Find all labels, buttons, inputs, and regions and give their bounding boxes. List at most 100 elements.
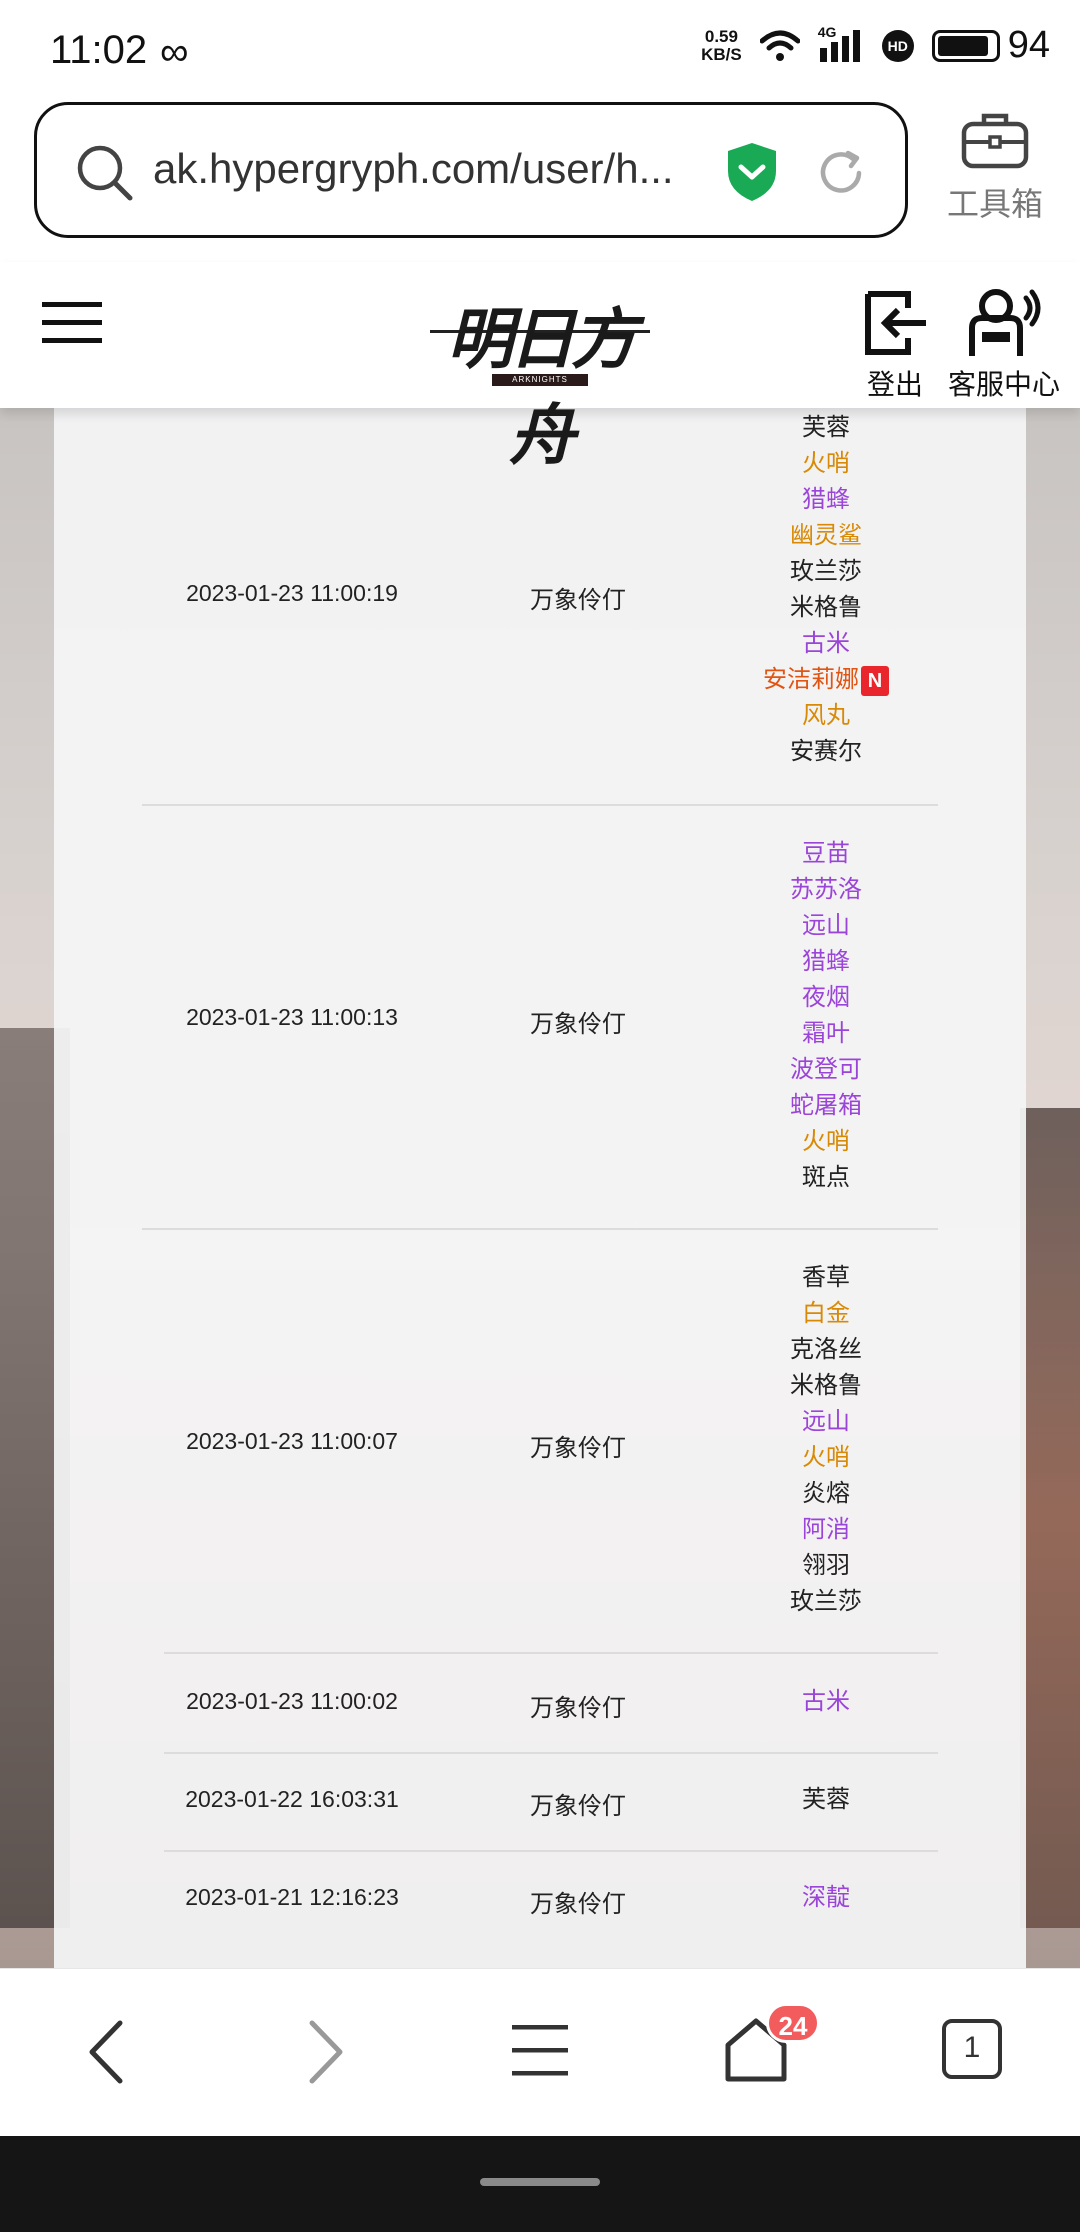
pool-name: 万象伶仃 <box>530 1793 626 1820</box>
logo-sub: ARKNIGHTS <box>512 375 568 384</box>
arknights-logo[interactable]: 明日方舟 ARKNIGHTS <box>420 282 660 474</box>
operator-name: 霜叶 <box>802 1020 850 1047</box>
net-speed-value: 0.59 <box>704 26 738 46</box>
operator-name: 豆苗 <box>802 840 850 867</box>
pool-name: 万象伶仃 <box>530 1011 626 1038</box>
background-rock-right <box>1020 1108 1080 1928</box>
pool-name: 万象伶仃 <box>530 587 626 614</box>
operator-name: 翎羽 <box>802 1552 850 1579</box>
logout-label: 登出 <box>866 369 923 400</box>
browser-bottom-nav: 24 1 <box>0 1968 1080 2136</box>
operator-name: 阿消 <box>802 1516 850 1543</box>
battery: 94 <box>931 24 1050 67</box>
customer-service-button[interactable]: 客服中心 <box>944 288 1064 403</box>
pool-name: 万象伶仃 <box>530 1891 626 1918</box>
wifi-icon <box>759 30 800 61</box>
battery-percent: 94 <box>1007 24 1050 66</box>
operator-name: 安洁莉娜 <box>763 666 859 693</box>
toolbox-label: 工具箱 <box>946 186 1043 222</box>
toolbox-icon <box>961 113 1029 169</box>
pool-name: 万象伶仃 <box>530 1435 626 1462</box>
logout-button[interactable]: 登出 <box>860 288 930 403</box>
menu-icon[interactable] <box>42 300 104 346</box>
pull-time: 2023-01-22 16:03:31 <box>185 1786 399 1812</box>
new-badge: N <box>861 665 889 696</box>
pull-time: 2023-01-23 11:00:02 <box>186 1688 398 1714</box>
operator-name: 米格鲁 <box>790 594 862 621</box>
operator-name: 白金 <box>802 1300 850 1327</box>
operator-name: 火哨 <box>802 1128 850 1155</box>
home-gesture-handle[interactable] <box>480 2178 600 2186</box>
reload-icon[interactable] <box>815 147 867 199</box>
operator-name: 蛇屠箱 <box>790 1092 862 1119</box>
infinity-icon: ∞ <box>160 30 189 74</box>
net-speed: 0.59 KB/S <box>701 26 742 64</box>
table-row: 2023-01-23 11:00:13 万象伶仃 豆苗 苏苏洛 远山 猎蜂 夜烟… <box>142 806 938 1228</box>
status-right: 0.59 KB/S 4G HD 94 <box>701 24 1050 67</box>
operator-name: 芙蓉 <box>802 414 850 441</box>
table-row: 2023-01-23 11:00:02 万象伶仃 古米 <box>142 1654 938 1752</box>
operator-name: 米格鲁 <box>790 1372 862 1399</box>
tabs-button[interactable]: 1 <box>942 2019 1002 2079</box>
operator-name: 猎蜂 <box>802 948 850 975</box>
back-icon[interactable] <box>84 2017 128 2087</box>
search-icon <box>77 145 133 201</box>
operator-name: 深靛 <box>802 1884 850 1911</box>
operator-name: 克洛丝 <box>790 1336 862 1363</box>
security-shield-icon[interactable] <box>725 141 779 203</box>
site-header: 明日方舟 ARKNIGHTS 登出 客服中心 <box>0 262 1080 474</box>
address-bar[interactable]: ak.hypergryph.com/user/h... <box>34 102 908 238</box>
operator-name: 火哨 <box>802 1444 850 1471</box>
operator-name: 幽灵鲨 <box>790 522 862 549</box>
status-bar: 11:02 ∞ 0.59 KB/S 4G HD 94 <box>0 0 1080 100</box>
operator-entry-new: 安洁莉娜 N <box>714 662 938 698</box>
notification-badge: 24 <box>766 2003 820 2043</box>
operator-list: 古米 <box>714 1684 938 1720</box>
customer-service-label: 客服中心 <box>947 369 1060 400</box>
operator-name: 猎蜂 <box>802 486 850 513</box>
tab-count: 1 <box>963 2031 981 2064</box>
status-time: 11:02 <box>50 28 148 72</box>
operator-name: 远山 <box>802 912 850 939</box>
operator-name: 苏苏洛 <box>790 876 862 903</box>
table-row: 2023-01-22 16:03:31 万象伶仃 芙蓉 <box>142 1754 938 1852</box>
operator-name: 古米 <box>802 630 850 657</box>
url-text[interactable]: ak.hypergryph.com/user/h... <box>153 145 693 193</box>
operator-name: 波登可 <box>790 1056 862 1083</box>
pull-time: 2023-01-23 11:00:07 <box>186 1428 398 1454</box>
hd-icon: HD <box>881 29 914 62</box>
operator-name: 斑点 <box>802 1164 850 1191</box>
cellular-signal: 4G <box>818 24 864 64</box>
table-row: 2023-01-23 11:00:07 万象伶仃 香草 白金 克洛丝 米格鲁 远… <box>142 1230 938 1652</box>
operator-name: 古米 <box>802 1688 850 1715</box>
logout-icon <box>865 291 926 355</box>
operator-name: 远山 <box>802 1408 850 1435</box>
operator-name: 香草 <box>802 1264 850 1291</box>
menu-lines-icon[interactable] <box>510 2021 570 2081</box>
headset-icon <box>969 289 1041 356</box>
pull-time: 2023-01-21 12:16:23 <box>185 1884 399 1910</box>
operator-list: 香草 白金 克洛丝 米格鲁 远山 火哨 炎熔 阿消 翎羽 玫兰莎 <box>714 1260 938 1620</box>
operator-name: 炎熔 <box>802 1480 850 1507</box>
system-gesture-bar <box>0 2136 1080 2232</box>
operator-name: 夜烟 <box>802 984 850 1011</box>
operator-list: 芙蓉 火哨 猎蜂 幽灵鲨 玫兰莎 米格鲁 古米 安洁莉娜 N 风丸 安赛尔 <box>714 410 938 770</box>
table-row: 2023-01-21 12:16:23 万象伶仃 深靛 <box>142 1852 938 1950</box>
operator-name: 玫兰莎 <box>790 558 862 585</box>
gacha-history-panel[interactable]: 2023-01-23 11:00:19 万象伶仃 芙蓉 火哨 猎蜂 幽灵鲨 玫兰… <box>54 408 1026 1968</box>
pool-name: 万象伶仃 <box>530 1695 626 1722</box>
operator-name: 火哨 <box>802 450 850 477</box>
operator-list: 豆苗 苏苏洛 远山 猎蜂 夜烟 霜叶 波登可 蛇屠箱 火哨 斑点 <box>714 836 938 1196</box>
operator-name: 安赛尔 <box>790 738 862 765</box>
forward-icon[interactable] <box>304 2017 348 2087</box>
operator-name: 芙蓉 <box>802 1786 850 1813</box>
pull-time: 2023-01-23 11:00:13 <box>186 1004 398 1030</box>
signal-bars-icon <box>819 29 860 62</box>
operator-list: 深靛 <box>714 1880 938 1916</box>
operator-name: 玫兰莎 <box>790 1588 862 1615</box>
net-speed-unit: KB/S <box>701 44 742 64</box>
toolbox-button[interactable]: 工具箱 <box>940 110 1050 225</box>
battery-icon <box>931 29 1000 62</box>
operator-name: 风丸 <box>802 702 850 729</box>
operator-list: 芙蓉 <box>714 1782 938 1818</box>
